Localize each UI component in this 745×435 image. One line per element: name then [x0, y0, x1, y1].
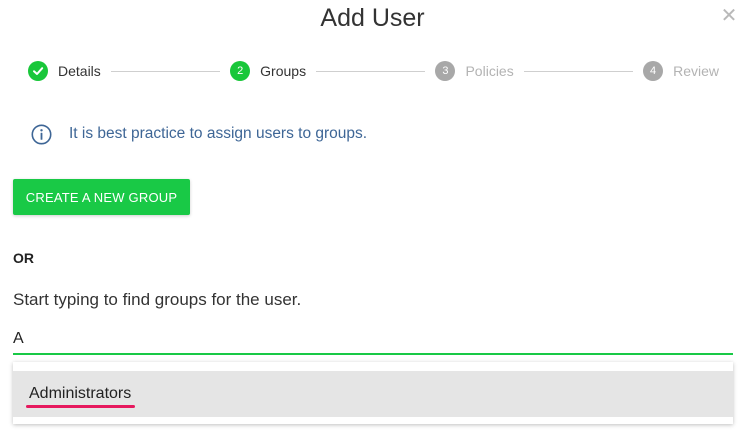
step-label: Details	[58, 63, 101, 79]
highlight-underline	[26, 405, 135, 408]
step-groups[interactable]: 2 Groups	[230, 61, 306, 81]
info-message: It is best practice to assign users to g…	[31, 123, 367, 145]
step-connector	[110, 70, 221, 72]
step-details[interactable]: Details	[28, 61, 101, 81]
create-group-button[interactable]: CREATE A NEW GROUP	[13, 179, 190, 215]
step-label: Policies	[465, 63, 514, 79]
info-text: It is best practice to assign users to g…	[69, 125, 368, 142]
add-user-dialog: Add User ✕ Details 2 Groups 3 Policies 4…	[0, 0, 745, 435]
dialog-title: Add User	[320, 4, 425, 32]
search-results-dropdown: Administrators	[13, 362, 733, 424]
group-search-input[interactable]	[13, 325, 733, 355]
step-label: Review	[673, 63, 719, 79]
info-icon	[31, 124, 52, 144]
step-number: 2	[230, 61, 251, 81]
stepper: Details 2 Groups 3 Policies 4 Review	[28, 60, 719, 82]
step-number: 4	[643, 61, 664, 81]
result-label: Administrators	[29, 385, 132, 402]
result-item-administrators[interactable]: Administrators	[13, 371, 733, 417]
step-label: Groups	[260, 63, 307, 79]
close-icon[interactable]: ✕	[719, 6, 739, 26]
or-label: OR	[13, 250, 34, 266]
step-connector	[523, 70, 634, 72]
search-prompt: Start typing to find groups for the user…	[13, 290, 302, 309]
step-policies[interactable]: 3 Policies	[435, 61, 514, 81]
step-review[interactable]: 4 Review	[643, 61, 719, 81]
check-icon	[28, 61, 48, 81]
step-connector	[316, 70, 426, 72]
step-number: 3	[435, 61, 456, 81]
